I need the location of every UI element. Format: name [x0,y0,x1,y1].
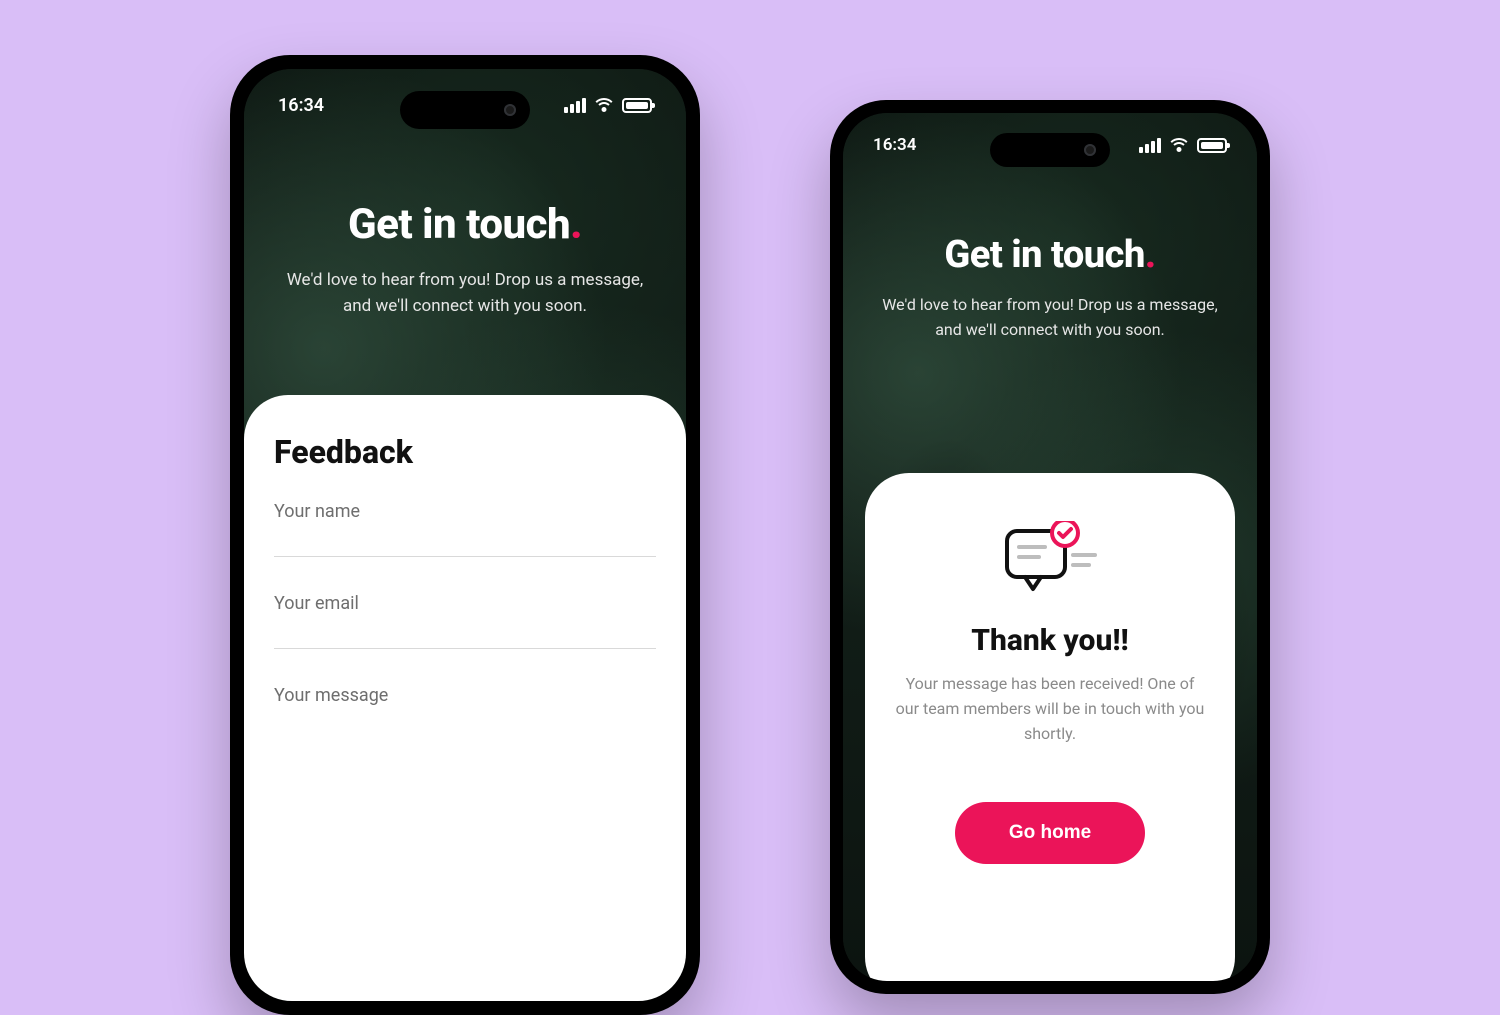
battery-icon [1197,138,1227,153]
cellular-signal-icon [564,98,586,113]
status-icons [1139,138,1227,153]
input-underline [274,648,656,649]
page-title: Get in touch. [873,233,1227,277]
hero-text: Get in touch. We'd love to hear from you… [244,116,686,320]
battery-icon [622,98,652,113]
screen: 16:34 Get in touch. We'd love to hear fr… [244,69,686,1001]
feedback-card: Feedback Your name Your email Your messa… [244,395,686,1001]
page-title: Get in touch. [278,200,652,249]
go-home-button[interactable]: Go home [955,802,1145,864]
thank-you-body: Your message has been received! One of o… [895,672,1205,746]
wifi-icon [594,98,614,113]
page-title-dot: . [1145,233,1156,277]
name-field[interactable]: Your name [274,501,656,557]
status-time: 16:34 [873,135,916,155]
thank-you-card: Thank you!! Your message has been receiv… [865,473,1235,981]
message-field[interactable]: Your message [274,685,656,706]
message-label: Your message [274,685,656,706]
cellular-signal-icon [1139,138,1161,153]
phone-mockup-thankyou: 16:34 Get in touch. We'd love to hear fr… [830,100,1270,994]
wifi-icon [1169,138,1189,153]
page-title-dot: . [570,200,582,249]
dynamic-island [990,133,1110,167]
phone-mockup-feedback: 16:34 Get in touch. We'd love to hear fr… [230,55,700,1015]
dynamic-island [400,91,530,129]
email-field[interactable]: Your email [274,593,656,649]
status-icons [564,98,652,113]
page-title-text: Get in touch [944,233,1144,277]
input-underline [274,556,656,557]
page-subtitle: We'd love to hear from you! Drop us a me… [873,293,1227,343]
hero-text: Get in touch. We'd love to hear from you… [843,155,1257,343]
feedback-heading: Feedback [274,433,656,471]
email-label: Your email [274,593,656,614]
message-sent-icon [995,521,1105,601]
page-title-text: Get in touch [348,200,570,249]
screen: 16:34 Get in touch. We'd love to hear fr… [843,113,1257,981]
status-time: 16:34 [278,95,324,116]
name-label: Your name [274,501,656,522]
page-subtitle: We'd love to hear from you! Drop us a me… [278,267,652,320]
thank-you-heading: Thank you!! [971,623,1128,658]
